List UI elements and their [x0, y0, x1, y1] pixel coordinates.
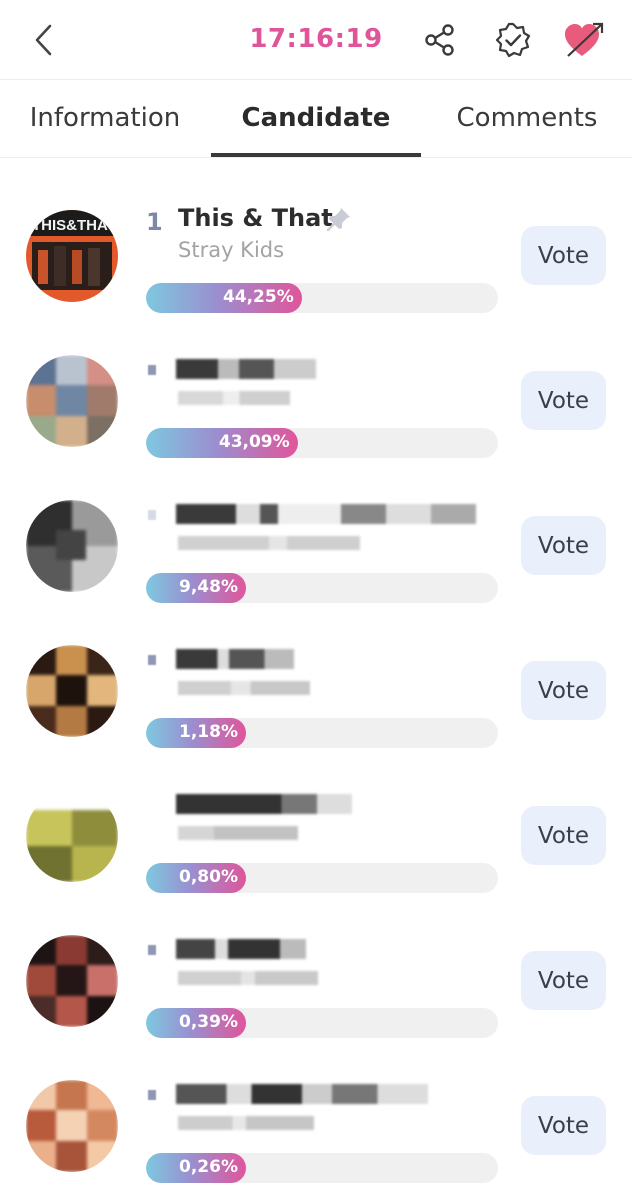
rank-redacted: [148, 365, 156, 375]
candidate-row: 0,39% Vote: [0, 885, 632, 1038]
vote-button[interactable]: Vote: [521, 1096, 606, 1155]
rank-redacted: [148, 510, 156, 520]
album-cover: THIS&THAT: [26, 210, 118, 302]
rank-redacted: [148, 945, 156, 955]
artist-redacted: [178, 536, 360, 550]
vote-percentage: 43,09%: [218, 432, 290, 452]
artist-redacted: [178, 971, 318, 985]
album-cover-pixelated: [26, 500, 118, 592]
artist-name: Stray Kids: [178, 238, 285, 262]
rank-redacted: [148, 655, 156, 665]
share-button[interactable]: [418, 18, 462, 62]
artist-redacted: [178, 826, 298, 840]
svg-text:THIS&THAT: THIS&THAT: [32, 217, 116, 234]
vote-percentage: 0,80%: [179, 867, 238, 887]
vote-button[interactable]: Vote: [521, 516, 606, 575]
vote-button[interactable]: Vote: [521, 661, 606, 720]
album-cover-pixelated: [26, 935, 118, 1027]
artist-redacted: [178, 681, 310, 695]
tab-candidate[interactable]: Candidate: [210, 80, 422, 156]
vote-progress-bar: 0,26%: [146, 1153, 498, 1183]
candidate-row: 9,48% Vote: [0, 450, 632, 603]
artist-redacted: [178, 391, 290, 405]
heart-button[interactable]: [562, 18, 606, 62]
vote-percentage: 1,18%: [179, 722, 238, 742]
heart-arrow-icon: [565, 22, 604, 57]
vote-progress-fill: 0,26%: [146, 1153, 246, 1183]
vote-percentage: 0,26%: [179, 1157, 238, 1177]
album-cover-pixelated: [26, 1080, 118, 1172]
title-redacted: [176, 359, 316, 379]
vote-percentage: 9,48%: [179, 577, 238, 597]
candidate-list: THIS&THAT 1 This & That Stray Kids 44,25…: [0, 160, 632, 1183]
candidate-row: 0,80% Vote: [0, 740, 632, 893]
share-icon: [425, 24, 454, 56]
candidate-row: THIS&THAT 1 This & That Stray Kids 44,25…: [0, 160, 632, 313]
clock-time: 17:16:19: [249, 24, 383, 54]
vote-button[interactable]: Vote: [521, 806, 606, 865]
pin-icon: [326, 208, 350, 232]
verified-badge-button[interactable]: [491, 18, 535, 62]
tab-bar: Information Candidate Comments: [0, 80, 632, 158]
title-redacted: [176, 504, 476, 524]
candidate-row: 1,18% Vote: [0, 595, 632, 748]
title-redacted: [176, 794, 352, 814]
vote-button[interactable]: Vote: [521, 371, 606, 430]
rank-redacted: [148, 1090, 156, 1100]
vote-button[interactable]: Vote: [521, 226, 606, 285]
title-redacted: [176, 939, 306, 959]
song-title: This & That: [178, 204, 333, 232]
title-redacted: [176, 1084, 428, 1104]
top-bar: 17:16:19: [0, 0, 632, 80]
album-cover-pixelated: [26, 790, 118, 882]
candidate-row: 0,26% Vote: [0, 1030, 632, 1183]
title-redacted: [176, 649, 294, 669]
verified-badge-icon: [495, 22, 531, 58]
album-cover-pixelated: [26, 645, 118, 737]
tab-comments[interactable]: Comments: [422, 80, 632, 156]
vote-button[interactable]: Vote: [521, 951, 606, 1010]
artist-redacted: [178, 1116, 314, 1130]
candidate-row: 43,09% Vote: [0, 305, 632, 458]
vote-percentage: 0,39%: [179, 1012, 238, 1032]
tab-information[interactable]: Information: [0, 80, 210, 156]
album-cover-pixelated: [26, 355, 118, 447]
tab-bar-divider: [0, 157, 632, 158]
vote-percentage: 44,25%: [222, 287, 294, 307]
rank-number: 1: [146, 208, 163, 236]
